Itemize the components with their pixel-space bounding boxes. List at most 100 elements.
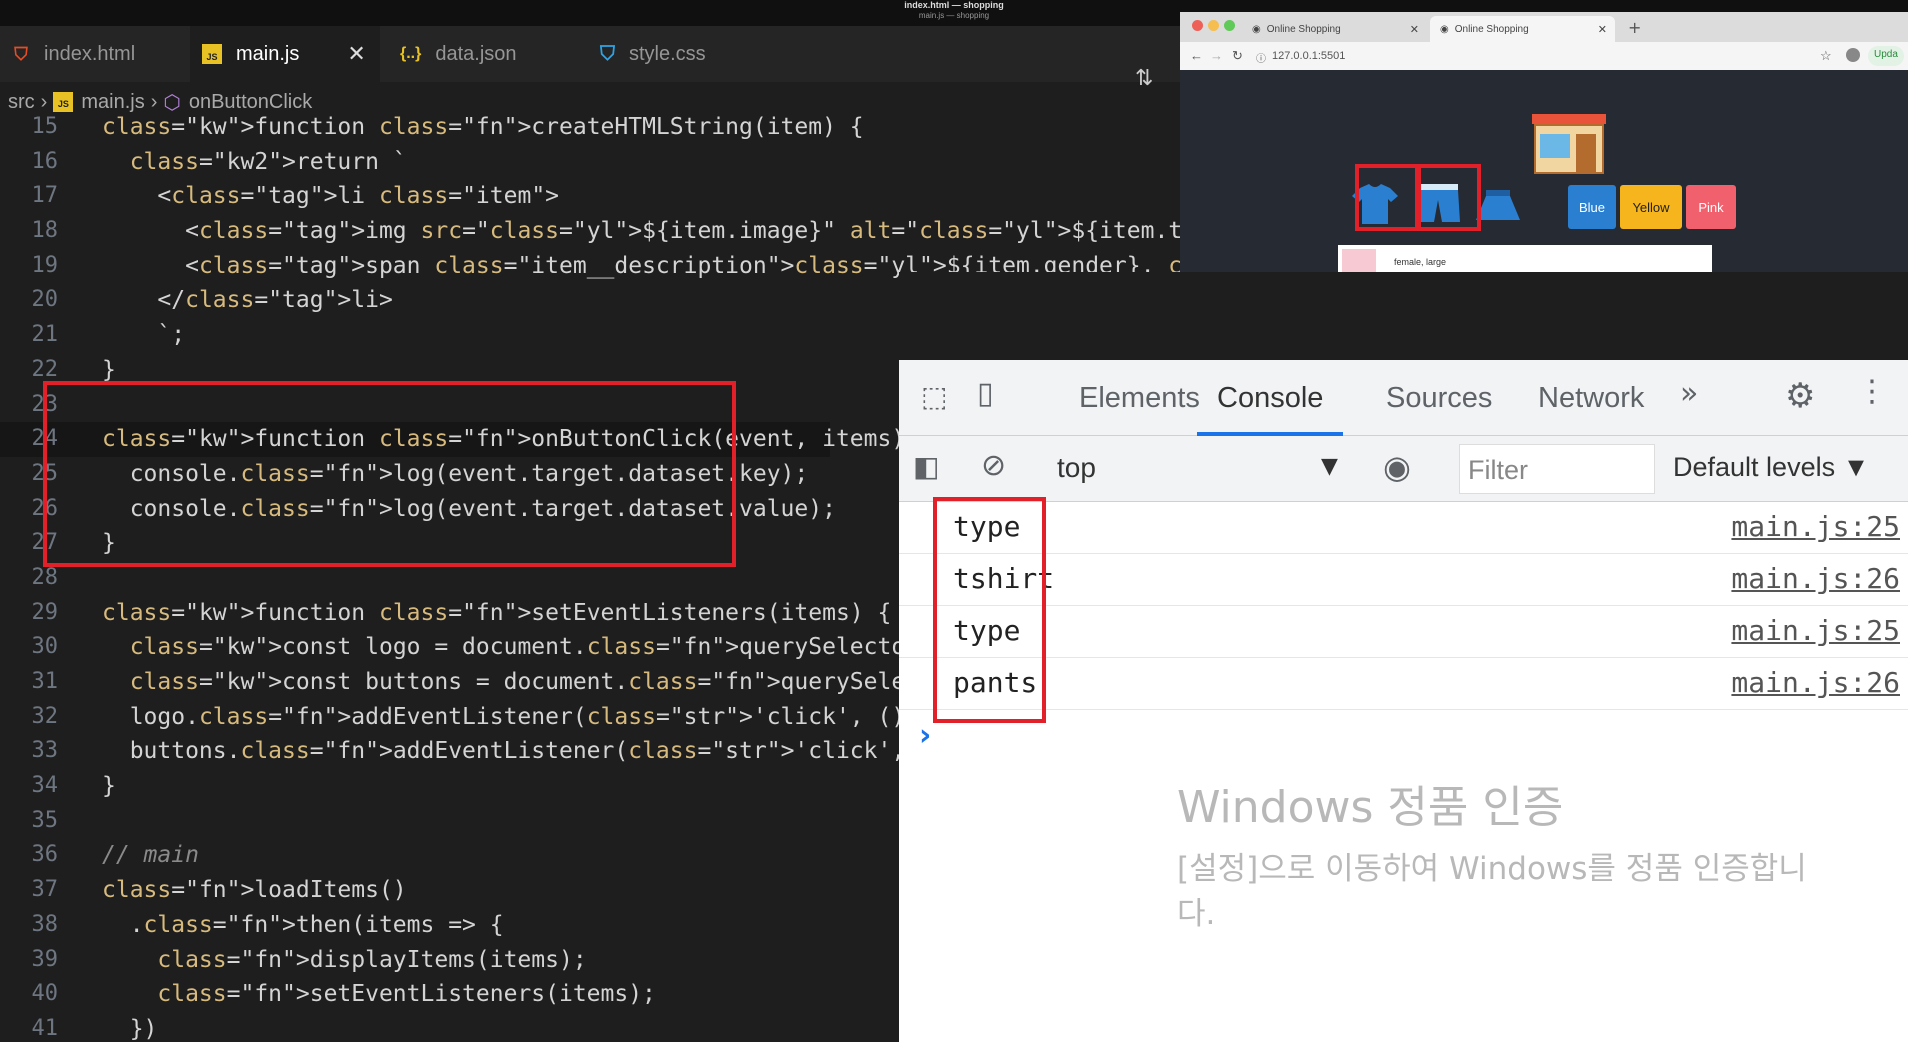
- css-file-icon: ⛉: [600, 42, 615, 65]
- maximize-window-icon[interactable]: [1224, 20, 1235, 31]
- forward-icon[interactable]: →: [1210, 48, 1223, 63]
- close-icon[interactable]: ✕: [347, 41, 365, 67]
- code-line[interactable]: 19 <class="tag">span class="item__descri…: [0, 249, 1750, 284]
- log-source-link[interactable]: main.js:25: [1731, 510, 1900, 543]
- update-button[interactable]: Upda: [1868, 46, 1904, 66]
- code-line[interactable]: 36 // main: [0, 838, 900, 873]
- tab-style-css[interactable]: ⛉ style.css: [588, 26, 768, 82]
- code-line[interactable]: 30 class="kw">const logo = document.clas…: [0, 630, 1224, 665]
- inspect-element-icon[interactable]: ⬚: [921, 380, 947, 413]
- more-options-icon[interactable]: ⋮: [1857, 374, 1887, 409]
- context-selector[interactable]: top: [1057, 452, 1096, 484]
- blue-color-button[interactable]: Blue: [1568, 185, 1616, 229]
- code-text: <class="tag">li class="item">: [102, 183, 560, 210]
- code-line[interactable]: 40 class="fn">setEventListeners(items);: [0, 977, 900, 1012]
- tab-elements[interactable]: Elements: [1079, 360, 1200, 436]
- item-description: female, large: [1394, 257, 1447, 267]
- star-icon[interactable]: ☆: [1820, 48, 1832, 64]
- clear-console-icon[interactable]: ⊘: [981, 448, 1006, 483]
- tab-label: style.css: [629, 42, 706, 65]
- item-list: female, large: [1338, 245, 1712, 272]
- code-text: class="kw">function class="fn">setEventL…: [102, 599, 892, 626]
- close-icon[interactable]: ✕: [1598, 23, 1607, 36]
- store-logo[interactable]: [1532, 114, 1606, 176]
- line-number: 41: [31, 1015, 59, 1041]
- tab-console[interactable]: Console: [1197, 360, 1344, 436]
- code-line[interactable]: 32 logo.class="fn">addEventListener(clas…: [0, 700, 1307, 735]
- skirt-button[interactable]: [1476, 188, 1520, 224]
- chevron-down-icon[interactable]: ▼: [1321, 454, 1338, 479]
- log-source-link[interactable]: main.js:26: [1731, 562, 1900, 595]
- code-line[interactable]: 20 </class="tag">li>: [0, 283, 900, 318]
- window-title-text: index.html — shopping: [904, 0, 1004, 10]
- tab-main-js[interactable]: JS main.js ✕: [190, 26, 380, 82]
- browser-window: ◉ Online Shopping ✕ ◉ Online Shopping ✕ …: [1180, 12, 1908, 272]
- sidebar-toggle-icon[interactable]: ◧: [913, 450, 939, 483]
- code-line[interactable]: 21 `;: [0, 318, 900, 353]
- code-line[interactable]: 34}: [0, 769, 900, 804]
- code-line[interactable]: 35: [0, 804, 900, 839]
- code-line[interactable]: 29 class="kw">function class="fn">setEven…: [0, 596, 900, 631]
- globe-icon: ◉: [1252, 23, 1261, 35]
- browser-tab-2[interactable]: ◉ Online Shopping ✕: [1430, 16, 1615, 42]
- log-source-link[interactable]: main.js:25: [1731, 614, 1900, 647]
- devtools-gap: [899, 272, 1908, 360]
- back-icon[interactable]: ←: [1190, 48, 1203, 63]
- line-number: 37: [31, 877, 59, 903]
- line-number: 31: [31, 669, 59, 694]
- close-window-icon[interactable]: [1192, 20, 1203, 31]
- more-tabs-icon[interactable]: »: [1680, 376, 1698, 411]
- devtools-content: ⬚ ▯ Elements Console Sources Network » ⚙…: [899, 360, 1908, 1042]
- yellow-color-button[interactable]: Yellow: [1620, 185, 1682, 229]
- highlight-box-pants: [1417, 164, 1481, 231]
- code-line[interactable]: 38 .class="fn">then(items => {: [0, 908, 900, 943]
- line-number: 34: [31, 773, 59, 799]
- code-line[interactable]: 41 }): [0, 1012, 900, 1042]
- code-line[interactable]: 33 buttons.class="fn">addEventListener(c…: [0, 734, 1141, 769]
- line-number: 30: [31, 634, 59, 660]
- console-toolbar: ◧ ⊘ top ▼ ◉ Filter Default levels ▼: [899, 436, 1908, 502]
- code-text: }): [102, 1015, 158, 1042]
- gear-icon[interactable]: ⚙: [1785, 376, 1815, 416]
- code-text: </class="tag">li>: [102, 287, 393, 314]
- tab-label: main.js: [236, 42, 300, 65]
- watermark-line2: 다.: [1177, 896, 1216, 932]
- profile-icon[interactable]: [1846, 48, 1860, 62]
- code-line[interactable]: 16 class="kw2">return `: [0, 145, 900, 180]
- code-text: class="fn">setEventListeners(items);: [157, 981, 656, 1008]
- code-line[interactable]: 39 class="fn">displayItems(items);: [0, 943, 900, 978]
- url-field[interactable]: 127.0.0.1:5501: [1272, 50, 1345, 62]
- pink-color-button[interactable]: Pink: [1686, 185, 1736, 229]
- minimize-window-icon[interactable]: [1208, 20, 1219, 31]
- code-line[interactable]: 31 class="kw">const buttons = document.c…: [0, 665, 1307, 700]
- console-log-row: type main.js:25: [899, 606, 1908, 658]
- code-line[interactable]: 37 class="fn">loadItems(): [0, 873, 900, 908]
- browser-tab-title: Online Shopping: [1454, 23, 1529, 35]
- shop-page: [1180, 70, 1908, 272]
- code-line[interactable]: 15 class="kw">function class="fn">createH…: [0, 110, 900, 145]
- code-area[interactable]: 15 class="kw">function class="fn">createH…: [0, 110, 1750, 1042]
- new-tab-icon[interactable]: +: [1628, 18, 1641, 37]
- filter-placeholder: Filter: [1468, 455, 1528, 485]
- close-icon[interactable]: ✕: [1410, 23, 1419, 36]
- browser-tab-1[interactable]: ◉ Online Shopping ✕: [1242, 16, 1427, 42]
- eye-icon[interactable]: ◉: [1383, 448, 1411, 486]
- log-levels-dropdown[interactable]: Default levels ▼: [1673, 452, 1869, 483]
- reload-icon[interactable]: ↻: [1232, 48, 1243, 64]
- tab-index-html[interactable]: ⛉ index.html: [0, 26, 180, 82]
- console-log-row: tshirt main.js:26: [899, 554, 1908, 606]
- tab-sources[interactable]: Sources: [1386, 360, 1492, 436]
- tab-data-json[interactable]: {..} data.json: [388, 26, 568, 82]
- tab-label: index.html: [44, 42, 136, 65]
- device-toolbar-icon[interactable]: ▯: [977, 376, 994, 411]
- browser-tab-strip: ◉ Online Shopping ✕ ◉ Online Shopping ✕ …: [1180, 12, 1908, 42]
- code-line[interactable]: 17 <class="tag">li class="item">: [0, 179, 900, 214]
- console-prompt[interactable]: ›: [919, 718, 931, 753]
- tab-network[interactable]: Network: [1538, 360, 1644, 436]
- code-line[interactable]: 18 <class="tag">img src="class="yl">${it…: [0, 214, 1626, 249]
- code-text: class="fn">loadItems(): [102, 877, 407, 904]
- code-text: .class="fn">then(items => {: [102, 911, 504, 938]
- log-source-link[interactable]: main.js:26: [1731, 666, 1900, 699]
- globe-icon: ◉: [1440, 23, 1449, 35]
- filter-input[interactable]: Filter: [1459, 444, 1655, 494]
